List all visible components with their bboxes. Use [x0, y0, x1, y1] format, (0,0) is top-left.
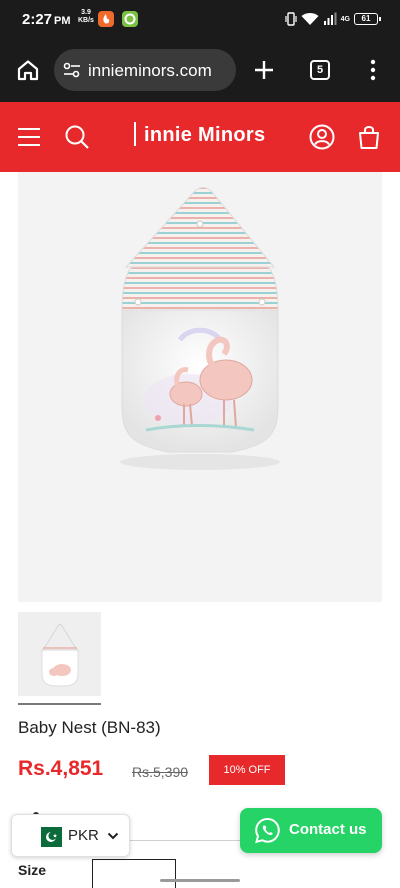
signal-icon [323, 12, 337, 25]
wifi-icon [301, 13, 319, 25]
status-time-value: 2:27 [22, 11, 53, 28]
status-time: 2:27 PM [22, 11, 71, 28]
browser-toolbar: innieminors.com 5 [0, 38, 400, 102]
more-options-icon[interactable] [368, 59, 378, 81]
notification-app-icon [98, 11, 114, 27]
contact-us-label: Contact us [289, 821, 367, 838]
currency-label: PKR [68, 827, 99, 844]
discount-badge: 10% OFF [209, 755, 285, 785]
product-title: Baby Nest (BN-83) [18, 718, 161, 737]
address-bar[interactable]: innieminors.com [54, 49, 236, 91]
site-logo[interactable]: innie Minors [134, 121, 266, 147]
thumbnail-illustration [41, 624, 79, 687]
site-settings-icon[interactable] [62, 61, 82, 79]
site-header: innie Minors [0, 102, 400, 172]
home-icon[interactable] [16, 58, 40, 82]
menu-icon[interactable] [18, 127, 40, 147]
product-price: Rs.4,851 [18, 757, 104, 780]
chevron-down-icon [107, 832, 119, 840]
logo-bar [134, 121, 136, 146]
search-icon[interactable] [64, 124, 90, 150]
page: 2:27PM 3.9 KB/s 4G 61 innieminors.com 5 [0, 0, 400, 888]
currency-selector[interactable]: PKR [11, 814, 130, 857]
pakistan-flag-icon [34, 827, 62, 847]
vibrate-icon [285, 12, 297, 26]
home-indicator[interactable] [160, 879, 240, 882]
network-speed-unit: KB/s [78, 17, 94, 24]
whatsapp-icon [255, 817, 280, 844]
account-icon[interactable] [309, 124, 335, 150]
notification-app-icon-2 [122, 11, 138, 27]
battery-indicator: 61 [354, 13, 381, 25]
product-thumbnail[interactable] [18, 612, 101, 696]
network-type: 4G [340, 15, 350, 23]
cart-icon[interactable] [357, 124, 381, 150]
status-time-ampm: PM [54, 15, 71, 27]
size-option-label: Size [18, 862, 47, 878]
tab-switcher-icon[interactable]: 5 [310, 60, 330, 80]
network-speed: 3.9 KB/s [78, 9, 94, 25]
baby-nest-illustration [120, 187, 280, 470]
status-bar: 2:27 PM 3.9 KB/s 4G 61 [0, 0, 400, 38]
status-indicators: 4G 61 [285, 10, 381, 28]
compare-at-price: Rs.5,390 [132, 764, 189, 780]
thumbnail-active-indicator [18, 703, 101, 705]
contact-us-button[interactable]: Contact us [240, 808, 382, 853]
network-speed-value: 3.9 [81, 9, 91, 16]
logo-text: innie Minors [144, 124, 266, 146]
size-option-box[interactable] [92, 859, 176, 888]
product-image[interactable] [18, 172, 382, 602]
new-tab-icon[interactable] [253, 59, 275, 81]
url-text: innieminors.com [88, 61, 212, 80]
